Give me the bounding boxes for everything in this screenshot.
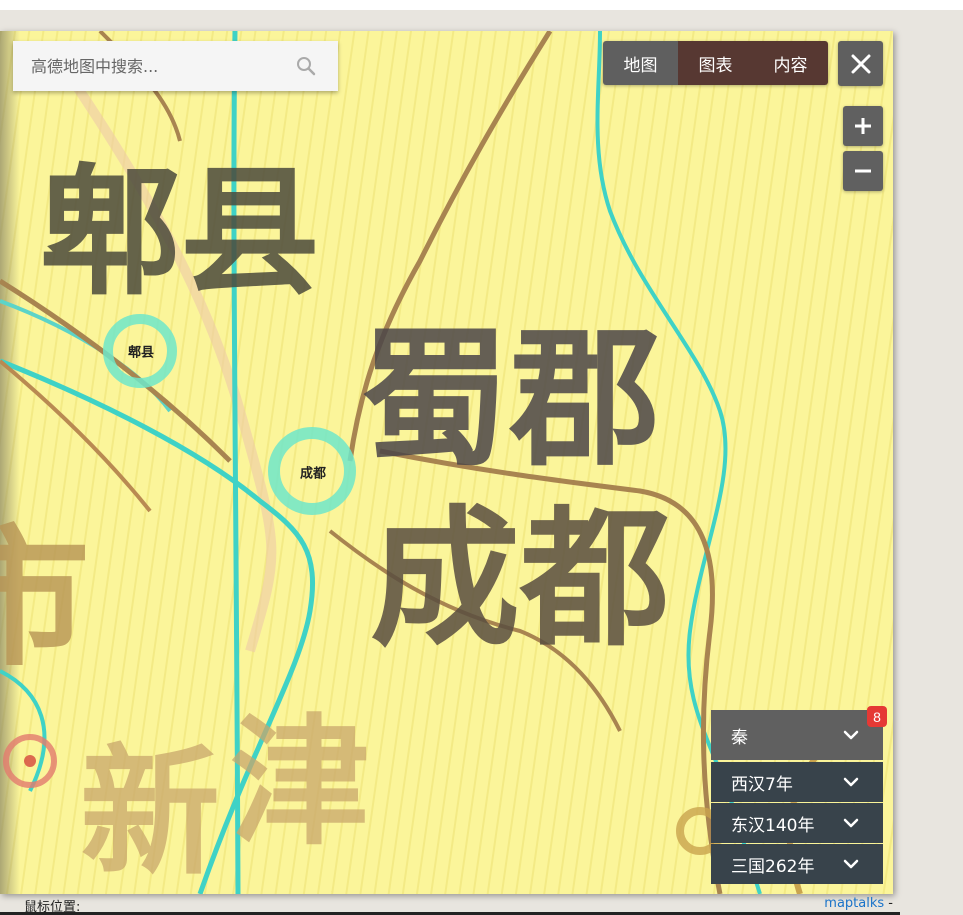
- close-icon: [851, 54, 870, 73]
- plus-icon: [855, 118, 871, 134]
- tab-content[interactable]: 内容: [753, 41, 828, 85]
- dynasty-count-badge: 8: [867, 706, 887, 727]
- chevron-down-icon: [843, 730, 859, 740]
- map-viewport[interactable]: 郫县 蜀郡 成都 市 新 津 郫县 成都 地图 图表 内容: [0, 31, 893, 894]
- maptalks-link[interactable]: maptalks: [824, 896, 884, 911]
- dynasty-selector-active[interactable]: 秦: [711, 710, 883, 760]
- region-label: 市: [0, 513, 90, 687]
- dynasty-item[interactable]: 三国262年: [711, 844, 883, 884]
- top-strip: [0, 0, 963, 10]
- tab-chart[interactable]: 图表: [678, 41, 753, 85]
- dynasty-label: 东汉140年: [731, 815, 815, 836]
- chevron-down-icon: [843, 777, 859, 787]
- zoom-in-button[interactable]: [843, 106, 883, 146]
- dynasty-label: 三国262年: [731, 856, 815, 877]
- attribution-suffix: -: [888, 896, 893, 911]
- region-label: 新: [80, 732, 220, 894]
- view-tabs: 地图 图表 内容: [603, 41, 828, 85]
- city-marker: [24, 755, 36, 767]
- chevron-down-icon: [843, 859, 859, 869]
- dynasty-item[interactable]: 东汉140年: [711, 803, 883, 843]
- dynasty-item[interactable]: 西汉7年: [711, 762, 883, 802]
- close-button[interactable]: [838, 41, 883, 86]
- search-input[interactable]: [13, 41, 283, 91]
- city-label-pixian[interactable]: 郫县: [128, 342, 154, 361]
- search-box[interactable]: [13, 41, 338, 91]
- zoom-out-button[interactable]: [843, 151, 883, 191]
- search-icon[interactable]: [296, 56, 316, 76]
- tab-map[interactable]: 地图: [603, 41, 678, 85]
- minus-icon: [855, 169, 871, 173]
- region-label: 蜀郡: [360, 313, 660, 487]
- status-bar: 鼠标位置: maptalks -: [0, 894, 963, 915]
- region-label: 郫县: [40, 152, 320, 315]
- city-label-chengdu[interactable]: 成都: [300, 463, 326, 482]
- attribution: maptalks -: [824, 896, 893, 911]
- chevron-down-icon: [843, 818, 859, 828]
- dynasty-label: 秦: [731, 727, 748, 748]
- dynasty-label: 西汉7年: [731, 774, 793, 795]
- region-label: 津: [230, 702, 370, 865]
- region-label: 成都: [370, 493, 670, 667]
